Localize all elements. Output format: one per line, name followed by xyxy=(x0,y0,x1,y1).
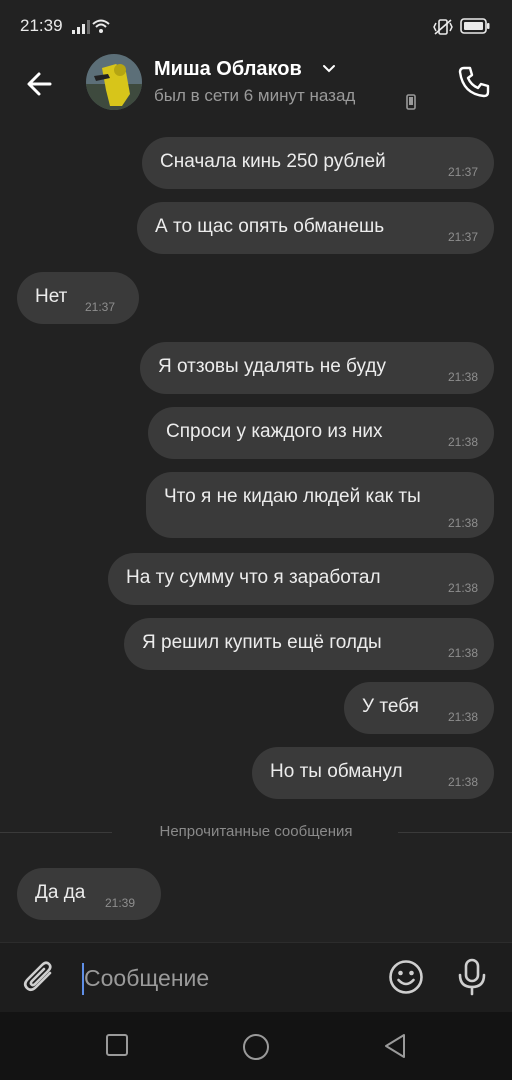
message-bubble[interactable]: Но ты обманул 21:38 xyxy=(252,747,494,799)
message-bubble[interactable]: А то щас опять обманешь 21:37 xyxy=(137,202,494,254)
message-time: 21:37 xyxy=(85,300,116,314)
signal-icon xyxy=(72,20,90,34)
message-time: 21:38 xyxy=(447,516,478,530)
unread-divider: Непрочитанные сообщения xyxy=(0,820,512,844)
chevron-down-icon[interactable] xyxy=(322,64,336,74)
message-text: Но ты обманул xyxy=(270,761,403,782)
avatar[interactable] xyxy=(86,54,142,110)
circle-icon[interactable] xyxy=(241,1032,271,1062)
message-text: Да да xyxy=(35,882,86,903)
message-time: 21:38 xyxy=(447,581,478,595)
message-bubble[interactable]: У тебя 21:38 xyxy=(344,682,494,734)
message-bubble[interactable]: Что я не кидаю людей как ты 21:38 xyxy=(146,472,494,538)
unread-label: Непрочитанные сообщения xyxy=(159,823,353,840)
message-time: 21:39 xyxy=(105,896,136,910)
message-bubble[interactable]: Нет 21:37 xyxy=(17,272,139,324)
message-time: 21:38 xyxy=(447,435,478,449)
battery-icon xyxy=(460,18,490,34)
message-time: 21:37 xyxy=(447,165,478,179)
message-time: 21:38 xyxy=(447,775,478,789)
message-time: 21:38 xyxy=(447,646,478,660)
system-nav-bar xyxy=(0,1012,512,1080)
message-bubble[interactable]: Спроси у каждого из них 21:38 xyxy=(148,407,494,459)
square-icon[interactable] xyxy=(104,1032,130,1058)
status-bar: 21:39 xyxy=(0,0,512,54)
contact-name[interactable]: Миша Облаков xyxy=(154,58,302,81)
message-time: 21:38 xyxy=(447,370,478,384)
wifi-icon xyxy=(92,19,110,33)
microphone-icon[interactable] xyxy=(456,957,488,997)
message-bubble[interactable]: Я решил купить ещё голды 21:38 xyxy=(124,618,494,670)
message-text: У тебя xyxy=(362,696,419,717)
message-bubble[interactable]: Сначала кинь 250 рублей 21:37 xyxy=(142,137,494,189)
message-list: Сначала кинь 250 рублей 21:37 А то щас о… xyxy=(0,130,512,942)
phone-call-icon[interactable] xyxy=(454,62,494,102)
message-text: Спроси у каждого из них xyxy=(166,421,383,442)
message-input[interactable] xyxy=(82,957,374,999)
message-text: На ту сумму что я заработал xyxy=(126,567,381,588)
chat-header: Миша Облаков был в сети 6 минут назад xyxy=(0,54,512,130)
message-time: 21:37 xyxy=(447,230,478,244)
triangle-back-icon[interactable] xyxy=(382,1032,408,1060)
vibrate-icon xyxy=(433,19,453,35)
message-bubble[interactable]: Я отзовы удалять не буду 21:38 xyxy=(140,342,494,394)
message-time: 21:38 xyxy=(447,710,478,724)
message-composer xyxy=(0,942,512,1013)
paperclip-icon[interactable] xyxy=(22,959,58,997)
contact-status: был в сети 6 минут назад xyxy=(154,86,356,105)
status-time: 21:39 xyxy=(20,16,63,35)
message-text: Что я не кидаю людей как ты xyxy=(164,486,421,507)
message-text: Сначала кинь 250 рублей xyxy=(160,151,386,172)
message-bubble[interactable]: Да да 21:39 xyxy=(17,868,161,920)
arrow-left-icon[interactable] xyxy=(22,66,58,102)
smiley-icon[interactable] xyxy=(388,959,424,995)
avatar-image xyxy=(86,54,142,110)
message-text: А то щас опять обманешь xyxy=(155,216,385,237)
message-text: Нет xyxy=(35,286,68,307)
phone-device-icon xyxy=(406,94,416,110)
message-bubble[interactable]: На ту сумму что я заработал 21:38 xyxy=(108,553,494,605)
message-text: Я отзовы удалять не буду xyxy=(158,356,386,377)
message-text: Я решил купить ещё голды xyxy=(142,632,382,653)
